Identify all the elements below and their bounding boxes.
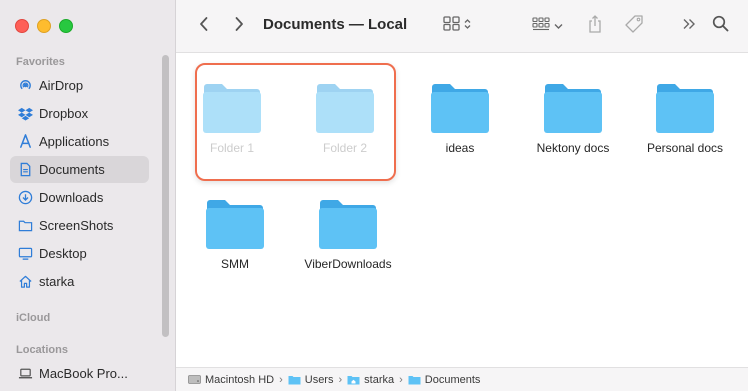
chevron-updown-icon: [464, 17, 471, 35]
group-by-button[interactable]: [528, 12, 566, 40]
window-title: Documents — Local: [263, 16, 408, 33]
sidebar-item-label: MacBook Pro...: [39, 366, 128, 381]
folder-name: Nektony docs: [536, 141, 610, 155]
folder-name: Folder 2: [322, 141, 368, 155]
sidebar-item-label: AirDrop: [39, 78, 84, 93]
folder-icon: [629, 79, 741, 135]
path-crumb-label: Macintosh HD: [205, 373, 275, 386]
folder-item[interactable]: ideas: [404, 79, 516, 155]
applications-icon: [17, 134, 33, 150]
folder-icon: [289, 79, 401, 135]
share-button[interactable]: [584, 12, 606, 40]
zoom-window-button[interactable]: [59, 19, 73, 33]
sidebar-scrollbar[interactable]: [162, 55, 169, 337]
group-icon: [531, 16, 550, 36]
forward-button[interactable]: [227, 12, 251, 40]
search-button[interactable]: [709, 12, 731, 40]
sidebar-item-downloads[interactable]: Downloads: [10, 184, 149, 211]
sidebar-item-label: Desktop: [39, 246, 87, 261]
chevron-right-icon: [233, 16, 245, 37]
minimize-window-button[interactable]: [37, 19, 51, 33]
back-button[interactable]: [192, 12, 216, 40]
desktop-icon: [17, 246, 33, 262]
path-crumb-label: Users: [304, 373, 334, 386]
sidebar-item-macbook-pro[interactable]: MacBook Pro...: [10, 360, 149, 387]
folder-icon: [408, 374, 421, 385]
grid-view-icon: [443, 16, 460, 36]
path-crumb-macintosh-hd[interactable]: Macintosh HD: [188, 374, 274, 386]
sidebar-item-label: Dropbox: [39, 106, 89, 121]
dropbox-icon: [17, 106, 33, 122]
document-icon: [17, 162, 33, 178]
folder-name: ViberDownloads: [304, 257, 392, 271]
path-separator-icon: ›: [279, 373, 283, 386]
folder-item[interactable]: Personal docs: [629, 79, 741, 155]
folder-icon: [179, 195, 291, 251]
tag-icon: [624, 14, 644, 39]
favorites-section-label: Favorites: [16, 56, 65, 68]
toolbar: Documents — Local: [176, 0, 748, 53]
view-mode-button[interactable]: [438, 12, 476, 40]
path-separator-icon: ›: [338, 373, 343, 386]
sidebar-item-dropbox[interactable]: Dropbox: [10, 100, 149, 127]
sidebar-item-label: Documents: [39, 162, 105, 177]
sidebar-item-label: ScreenShots: [39, 218, 114, 233]
folder-item[interactable]: ViberDownloads: [292, 195, 404, 271]
sidebar-item-applications[interactable]: Applications: [10, 128, 149, 155]
window-controls: [15, 19, 73, 33]
sidebar-item-screenshots[interactable]: ScreenShots: [10, 212, 149, 239]
tags-button[interactable]: [622, 12, 646, 40]
sidebar-item-airdrop[interactable]: AirDrop: [10, 72, 149, 99]
downloads-icon: [17, 190, 33, 206]
file-browser-content: Folder 1 Folder 2 ideas Nektony docs Per…: [176, 53, 748, 368]
sidebar-item-label: starka: [39, 274, 75, 289]
airdrop-icon: [17, 78, 33, 94]
folder-icon: [176, 79, 288, 135]
folder-item[interactable]: SMM: [179, 195, 291, 271]
folder-item[interactable]: Folder 1: [176, 79, 288, 155]
folder-name: SMM: [221, 257, 249, 271]
finder-window: Favorites AirDrop Dropbox Applications D…: [0, 0, 748, 391]
sidebar-item-documents[interactable]: Documents: [10, 156, 149, 183]
locations-section-label: Locations: [16, 344, 68, 356]
sidebar-item-label: Downloads: [39, 190, 104, 205]
folder-icon: [404, 79, 516, 135]
home-icon: [17, 274, 33, 290]
path-crumb-label: starka: [364, 373, 395, 386]
path-crumb-documents[interactable]: Documents: [408, 373, 481, 386]
folder-name: Personal docs: [646, 141, 724, 155]
folder-name: Folder 1: [209, 141, 255, 155]
more-toolbar-button[interactable]: [678, 12, 700, 40]
sidebar-item-label: Applications: [39, 134, 110, 149]
laptop-icon: [17, 366, 33, 382]
folder-icon: [292, 195, 404, 251]
path-crumb-starka[interactable]: starka: [347, 374, 394, 386]
path-crumb-label: Documents: [424, 373, 481, 386]
chevron-double-right-icon: [682, 17, 696, 35]
share-icon: [588, 14, 602, 38]
folder-name: ideas: [445, 141, 475, 155]
close-window-button[interactable]: [15, 19, 29, 33]
chevron-down-icon: [554, 17, 563, 35]
hard-drive-icon: [188, 374, 201, 385]
search-icon: [712, 15, 729, 37]
folder-icon: [288, 374, 301, 385]
home-folder-icon: [347, 374, 360, 385]
folder-item[interactable]: Nektony docs: [517, 79, 629, 155]
chevron-left-icon: [198, 16, 210, 37]
path-crumb-users[interactable]: Users: [288, 373, 334, 386]
folder-icon: [17, 218, 33, 234]
path-separator-icon: ›: [399, 373, 403, 386]
folder-icon: [517, 79, 629, 135]
sidebar-item-starka[interactable]: starka: [10, 268, 149, 295]
folder-item[interactable]: Folder 2: [289, 79, 401, 155]
path-bar: Macintosh HD › Users › starka › Document…: [176, 367, 748, 391]
sidebar-item-desktop[interactable]: Desktop: [10, 240, 149, 267]
sidebar: Favorites AirDrop Dropbox Applications D…: [0, 0, 176, 391]
icloud-section-label: iCloud: [16, 312, 51, 324]
